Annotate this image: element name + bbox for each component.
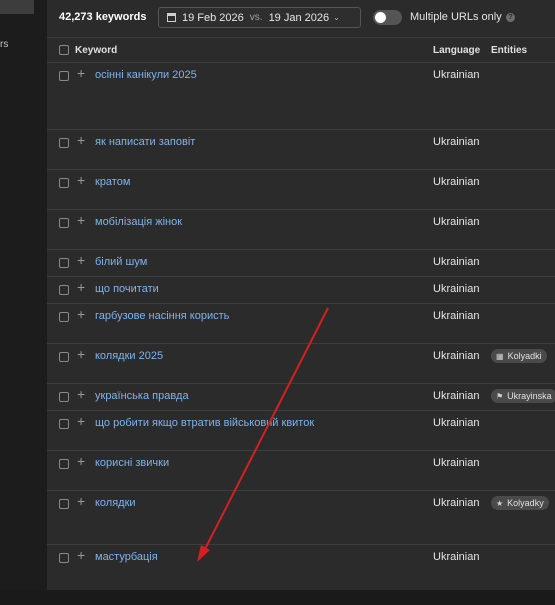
add-keyword-icon[interactable]: + xyxy=(77,347,85,361)
language-cell: Ukrainian xyxy=(433,69,480,81)
row-checkbox[interactable] xyxy=(59,352,69,362)
table-row[interactable]: + мастурбація Ukrainian xyxy=(47,545,555,585)
table-row[interactable]: + гарбузове насіння користь Ukrainian xyxy=(47,304,555,344)
keyword-link[interactable]: колядки xyxy=(95,497,136,509)
keyword-link[interactable]: корисні звички xyxy=(95,457,169,469)
row-checkbox[interactable] xyxy=(59,71,69,81)
add-keyword-icon[interactable]: + xyxy=(77,253,85,267)
add-keyword-icon[interactable]: + xyxy=(77,213,85,227)
table-row[interactable]: + колядки 2025 Ukrainian ▦ Kolyadki xyxy=(47,344,555,384)
chevron-down-icon: ⌄ xyxy=(333,13,340,22)
keyword-link[interactable]: мобілізація жінок xyxy=(95,216,182,228)
column-language[interactable]: Language xyxy=(433,45,480,56)
add-keyword-icon[interactable]: + xyxy=(77,494,85,508)
language-cell: Ukrainian xyxy=(433,457,480,469)
table-row[interactable]: + як написати заповіт Ukrainian xyxy=(47,130,555,170)
language-cell: Ukrainian xyxy=(433,216,480,228)
add-keyword-icon[interactable]: + xyxy=(77,66,85,80)
language-cell: Ukrainian xyxy=(433,136,480,148)
toggle-knob xyxy=(375,12,386,23)
multiple-urls-label: Multiple URLs only xyxy=(410,11,502,23)
language-cell: Ukrainian xyxy=(433,256,480,268)
keyword-link[interactable]: що почитати xyxy=(95,283,159,295)
date-comparison-picker[interactable]: 19 Feb 2026 vs. 19 Jan 2026 ⌄ xyxy=(158,7,361,28)
table-row[interactable]: + мобілізація жінок Ukrainian xyxy=(47,210,555,250)
add-keyword-icon[interactable]: + xyxy=(77,173,85,187)
row-checkbox[interactable] xyxy=(59,419,69,429)
entity-badge[interactable]: ▦ Kolyadki xyxy=(491,349,547,363)
add-keyword-icon[interactable]: + xyxy=(77,548,85,562)
add-keyword-icon[interactable]: + xyxy=(77,280,85,294)
table-row[interactable]: + що робити якщо втратив військовий квито… xyxy=(47,411,555,451)
language-cell: Ukrainian xyxy=(433,176,480,188)
row-checkbox[interactable] xyxy=(59,285,69,295)
row-checkbox[interactable] xyxy=(59,138,69,148)
sidebar-label-fragment: rs xyxy=(0,39,9,50)
keywords-panel: 42,273 keywords 19 Feb 2026 vs. 19 Jan 2… xyxy=(47,0,555,590)
row-checkbox[interactable] xyxy=(59,459,69,469)
calendar-icon xyxy=(167,13,176,22)
language-cell: Ukrainian xyxy=(433,350,480,362)
table-row[interactable]: + осінні канікули 2025 Ukrainian xyxy=(47,63,555,130)
multiple-urls-toggle[interactable] xyxy=(373,10,402,25)
date-to: 19 Jan 2026 xyxy=(268,11,330,24)
column-entities[interactable]: Entities xyxy=(491,45,527,56)
table-row[interactable]: + українська правда Ukrainian ⚑ Ukrayinska xyxy=(47,384,555,411)
table-row[interactable]: + білий шум Ukrainian xyxy=(47,250,555,277)
vs-label: vs. xyxy=(249,12,263,23)
entity-badge[interactable]: ⚑ Ukrayinska xyxy=(491,389,555,403)
language-cell: Ukrainian xyxy=(433,497,480,509)
keyword-link[interactable]: що робити якщо втратив військовий квиток xyxy=(95,417,314,429)
table-row[interactable]: + колядки Ukrainian ★ Kolyadky xyxy=(47,491,555,545)
language-cell: Ukrainian xyxy=(433,551,480,563)
entity-label: Kolyadki xyxy=(507,351,542,361)
keyword-link[interactable]: білий шум xyxy=(95,256,147,268)
keyword-link[interactable]: гарбузове насіння користь xyxy=(95,310,229,322)
bottom-bar xyxy=(0,590,555,605)
calendar-icon: ▦ xyxy=(496,352,504,361)
row-checkbox[interactable] xyxy=(59,499,69,509)
help-icon[interactable]: ? xyxy=(506,13,515,22)
keyword-count: 42,273 keywords xyxy=(59,11,147,23)
left-sidebar: rs xyxy=(0,0,47,590)
column-keyword[interactable]: Keyword xyxy=(75,45,117,56)
row-checkbox[interactable] xyxy=(59,218,69,228)
row-checkbox[interactable] xyxy=(59,258,69,268)
keyword-link[interactable]: українська правда xyxy=(95,390,189,402)
flag-icon: ⚑ xyxy=(496,392,504,401)
keyword-link[interactable]: кратом xyxy=(95,176,130,188)
row-checkbox[interactable] xyxy=(59,312,69,322)
row-checkbox[interactable] xyxy=(59,178,69,188)
table-row[interactable]: + корисні звички Ukrainian xyxy=(47,451,555,491)
row-checkbox[interactable] xyxy=(59,553,69,563)
add-keyword-icon[interactable]: + xyxy=(77,307,85,321)
entity-badge[interactable]: ★ Kolyadky xyxy=(491,496,549,510)
language-cell: Ukrainian xyxy=(433,390,480,402)
table-row[interactable]: + що почитати Ukrainian xyxy=(47,277,555,304)
add-keyword-icon[interactable]: + xyxy=(77,414,85,428)
star-icon: ★ xyxy=(496,499,504,508)
select-all-checkbox[interactable] xyxy=(59,45,69,55)
add-keyword-icon[interactable]: + xyxy=(77,387,85,401)
language-cell: Ukrainian xyxy=(433,417,480,429)
language-cell: Ukrainian xyxy=(433,310,480,322)
table-header: Keyword Language Entities xyxy=(47,37,555,63)
keyword-link[interactable]: колядки 2025 xyxy=(95,350,163,362)
date-from: 19 Feb 2026 xyxy=(182,11,244,24)
add-keyword-icon[interactable]: + xyxy=(77,133,85,147)
row-checkbox[interactable] xyxy=(59,392,69,402)
entity-label: Kolyadky xyxy=(507,498,544,508)
entity-label: Ukrayinska xyxy=(507,391,552,401)
keyword-link[interactable]: як написати заповіт xyxy=(95,136,195,148)
keyword-link[interactable]: мастурбація xyxy=(95,551,158,563)
keyword-link[interactable]: осінні канікули 2025 xyxy=(95,69,197,81)
sidebar-highlight xyxy=(0,0,34,14)
add-keyword-icon[interactable]: + xyxy=(77,454,85,468)
table-row[interactable]: + кратом Ukrainian xyxy=(47,170,555,210)
language-cell: Ukrainian xyxy=(433,283,480,295)
toolbar: 42,273 keywords 19 Feb 2026 vs. 19 Jan 2… xyxy=(47,0,555,37)
